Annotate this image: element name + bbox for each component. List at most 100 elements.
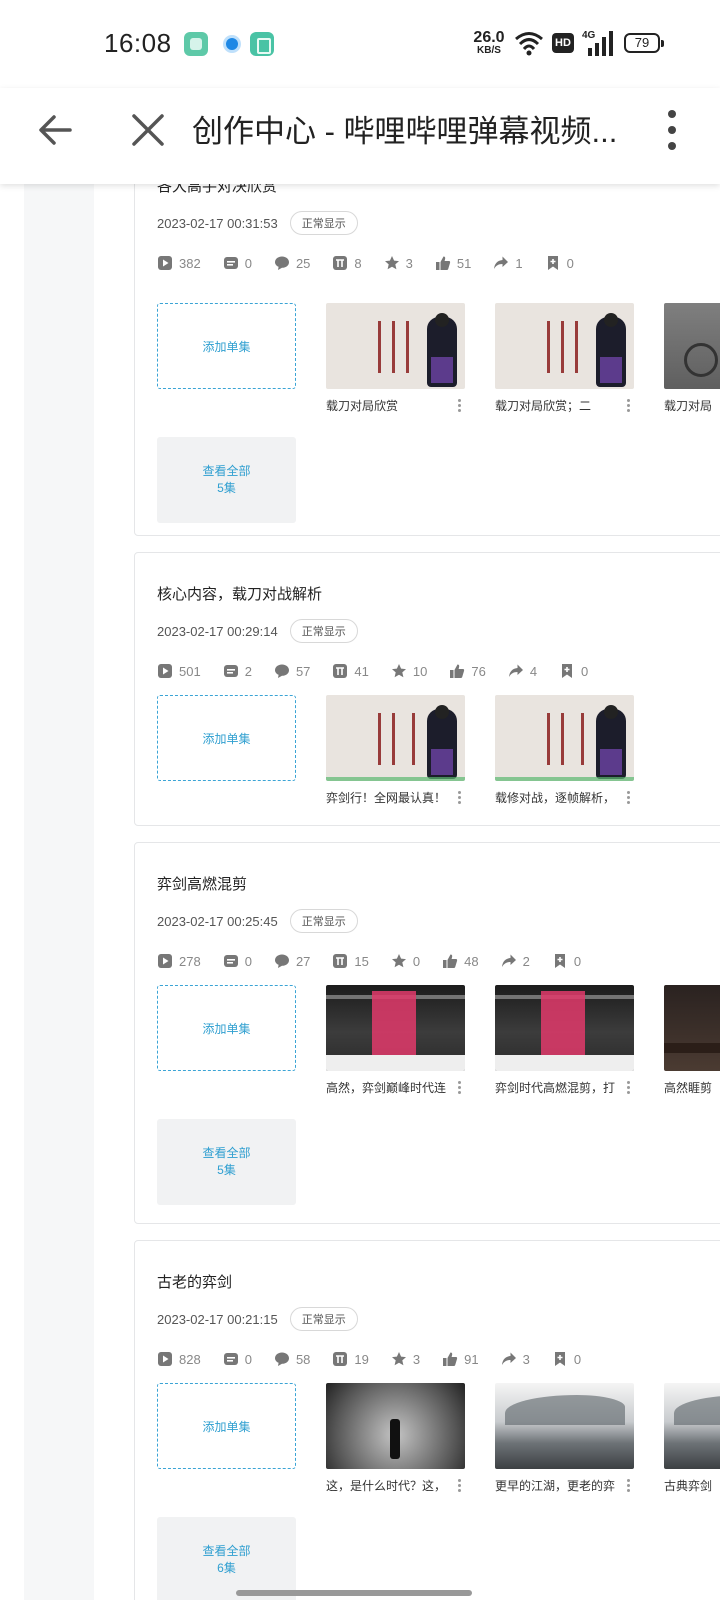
episode-title: 高然，弈剑巅峰时代连: [326, 1081, 447, 1095]
stat-bookmarks: 0: [559, 663, 588, 679]
more-options-icon[interactable]: [454, 397, 464, 413]
thumbs-up-icon: [435, 256, 451, 270]
home-indicator[interactable]: [236, 1590, 472, 1596]
content-area[interactable]: 各大高手对决欣赏 2023-02-17 00:31:53 正常显示 382 0 …: [0, 184, 720, 1600]
stat-value: 57: [295, 663, 311, 679]
star-icon: [391, 664, 406, 678]
network-speed: 26.0 KB/S: [470, 30, 508, 56]
network-speed-value: 26.0: [473, 29, 505, 46]
episode-title: 弈剑时代高燃混剪，打: [495, 1081, 616, 1095]
episode-title: 载刀对局欣赏: [326, 399, 399, 413]
stat-value: 0: [244, 953, 252, 969]
stat-plays: 828: [157, 1351, 201, 1367]
stat-danmaku: 0: [223, 255, 252, 271]
collection-card: 各大高手对决欣赏 2023-02-17 00:31:53 正常显示 382 0 …: [134, 184, 720, 536]
episode-count: 5集: [217, 481, 236, 495]
view-all-button[interactable]: 查看全部 6集: [157, 1517, 296, 1600]
stat-value: 3: [412, 1351, 421, 1367]
stat-value: 501: [179, 663, 201, 679]
episode-thumbnail[interactable]: [326, 695, 465, 781]
add-episode-button[interactable]: 添加单集: [157, 1383, 296, 1469]
episode-thumbnail[interactable]: [326, 1383, 465, 1469]
add-episode-button[interactable]: 添加单集: [157, 985, 296, 1071]
episode-thumbnail[interactable]: [326, 985, 465, 1071]
bookmark-icon: [562, 664, 573, 678]
close-icon[interactable]: [126, 108, 170, 152]
play-icon: [158, 256, 172, 270]
status-badge: 正常显示: [289, 1307, 358, 1331]
share-icon: [494, 256, 509, 269]
publish-date: 2023-02-17 00:25:45: [157, 913, 278, 929]
notification-app-icon: [220, 32, 244, 56]
stat-comments: 57: [274, 663, 310, 679]
bookmark-icon: [554, 1352, 565, 1366]
stat-danmaku: 0: [223, 953, 252, 969]
stat-value: 382: [179, 255, 201, 271]
stat-bookmarks: 0: [552, 1351, 581, 1367]
collection-stats: 501 2 57 41 10 76 4 0: [157, 663, 610, 679]
more-options-icon[interactable]: [660, 106, 684, 154]
stat-likes: 48: [442, 953, 479, 969]
episode-count: 5集: [217, 1163, 236, 1177]
collection-stats: 382 0 25 8 3 51 1 0: [157, 255, 596, 271]
stat-favorites: 10: [391, 663, 427, 679]
publish-date: 2023-02-17 00:21:15: [157, 1311, 278, 1327]
more-options-icon[interactable]: [623, 397, 633, 413]
more-options-icon[interactable]: [454, 1477, 464, 1493]
episode-title: 高然睚剪: [664, 1081, 713, 1095]
view-all-button[interactable]: 查看全部 5集: [157, 1119, 296, 1205]
more-options-icon[interactable]: [623, 1477, 633, 1493]
back-arrow-icon[interactable]: [34, 108, 78, 152]
stat-value: 10: [412, 663, 428, 679]
comment-icon: [274, 1352, 289, 1366]
episode-thumbnail[interactable]: [664, 985, 720, 1071]
stat-value: 19: [354, 1351, 369, 1367]
stat-value: 2: [522, 953, 530, 969]
episode-thumbnail[interactable]: [495, 695, 634, 781]
episode-thumbnail[interactable]: [326, 303, 465, 389]
stat-value: 15: [354, 953, 369, 969]
play-icon: [158, 664, 172, 678]
stat-danmaku: 0: [223, 1351, 252, 1367]
stat-value: 76: [471, 663, 486, 679]
stat-value: 8: [354, 255, 362, 271]
more-options-icon[interactable]: [454, 1079, 464, 1095]
stat-value: 3: [522, 1351, 530, 1367]
collection-meta: 2023-02-17 00:25:45 正常显示: [157, 909, 358, 933]
view-all-label: 查看全部: [202, 464, 251, 478]
add-episode-button[interactable]: 添加单集: [157, 695, 296, 781]
play-icon: [158, 1352, 172, 1366]
episode-thumbnail[interactable]: [664, 303, 720, 389]
more-options-icon[interactable]: [454, 789, 464, 805]
collection-stats: 278 0 27 15 0 48 2 0: [157, 953, 603, 969]
status-badge: 正常显示: [289, 619, 358, 643]
episode-thumbnail[interactable]: [495, 303, 634, 389]
star-icon: [384, 256, 399, 270]
stat-favorites: 3: [384, 255, 413, 271]
stat-bookmarks: 0: [545, 255, 574, 271]
more-options-icon[interactable]: [623, 1079, 633, 1095]
coin-icon: [333, 1352, 348, 1366]
more-options-icon[interactable]: [623, 789, 633, 805]
view-all-button[interactable]: 查看全部 5集: [157, 437, 296, 523]
episode-thumbnail[interactable]: [664, 1383, 720, 1469]
episode-title: 弈剑行！全网最认真！: [326, 791, 447, 805]
publish-date: 2023-02-17 00:31:53: [157, 215, 278, 231]
add-episode-button[interactable]: 添加单集: [157, 303, 296, 389]
collection-title: 古老的弈剑: [157, 1274, 233, 1291]
stat-value: 0: [573, 953, 582, 969]
star-icon: [391, 1352, 406, 1366]
thumbs-up-icon: [450, 664, 465, 678]
episode-thumbnail[interactable]: [495, 985, 634, 1071]
share-icon: [501, 1352, 516, 1365]
coin-icon: [333, 664, 348, 678]
danmaku-icon: [223, 1353, 238, 1365]
stat-value: 51: [456, 255, 472, 271]
collection-meta: 2023-02-17 00:29:14 正常显示: [157, 619, 358, 643]
stat-comments: 25: [274, 255, 310, 271]
bookmark-icon: [554, 954, 565, 968]
collection-card: 古老的弈剑 2023-02-17 00:21:15 正常显示 828 0 58 …: [134, 1240, 720, 1600]
episode-thumbnail[interactable]: [495, 1383, 634, 1469]
share-icon: [501, 954, 516, 967]
coin-icon: [333, 256, 348, 270]
